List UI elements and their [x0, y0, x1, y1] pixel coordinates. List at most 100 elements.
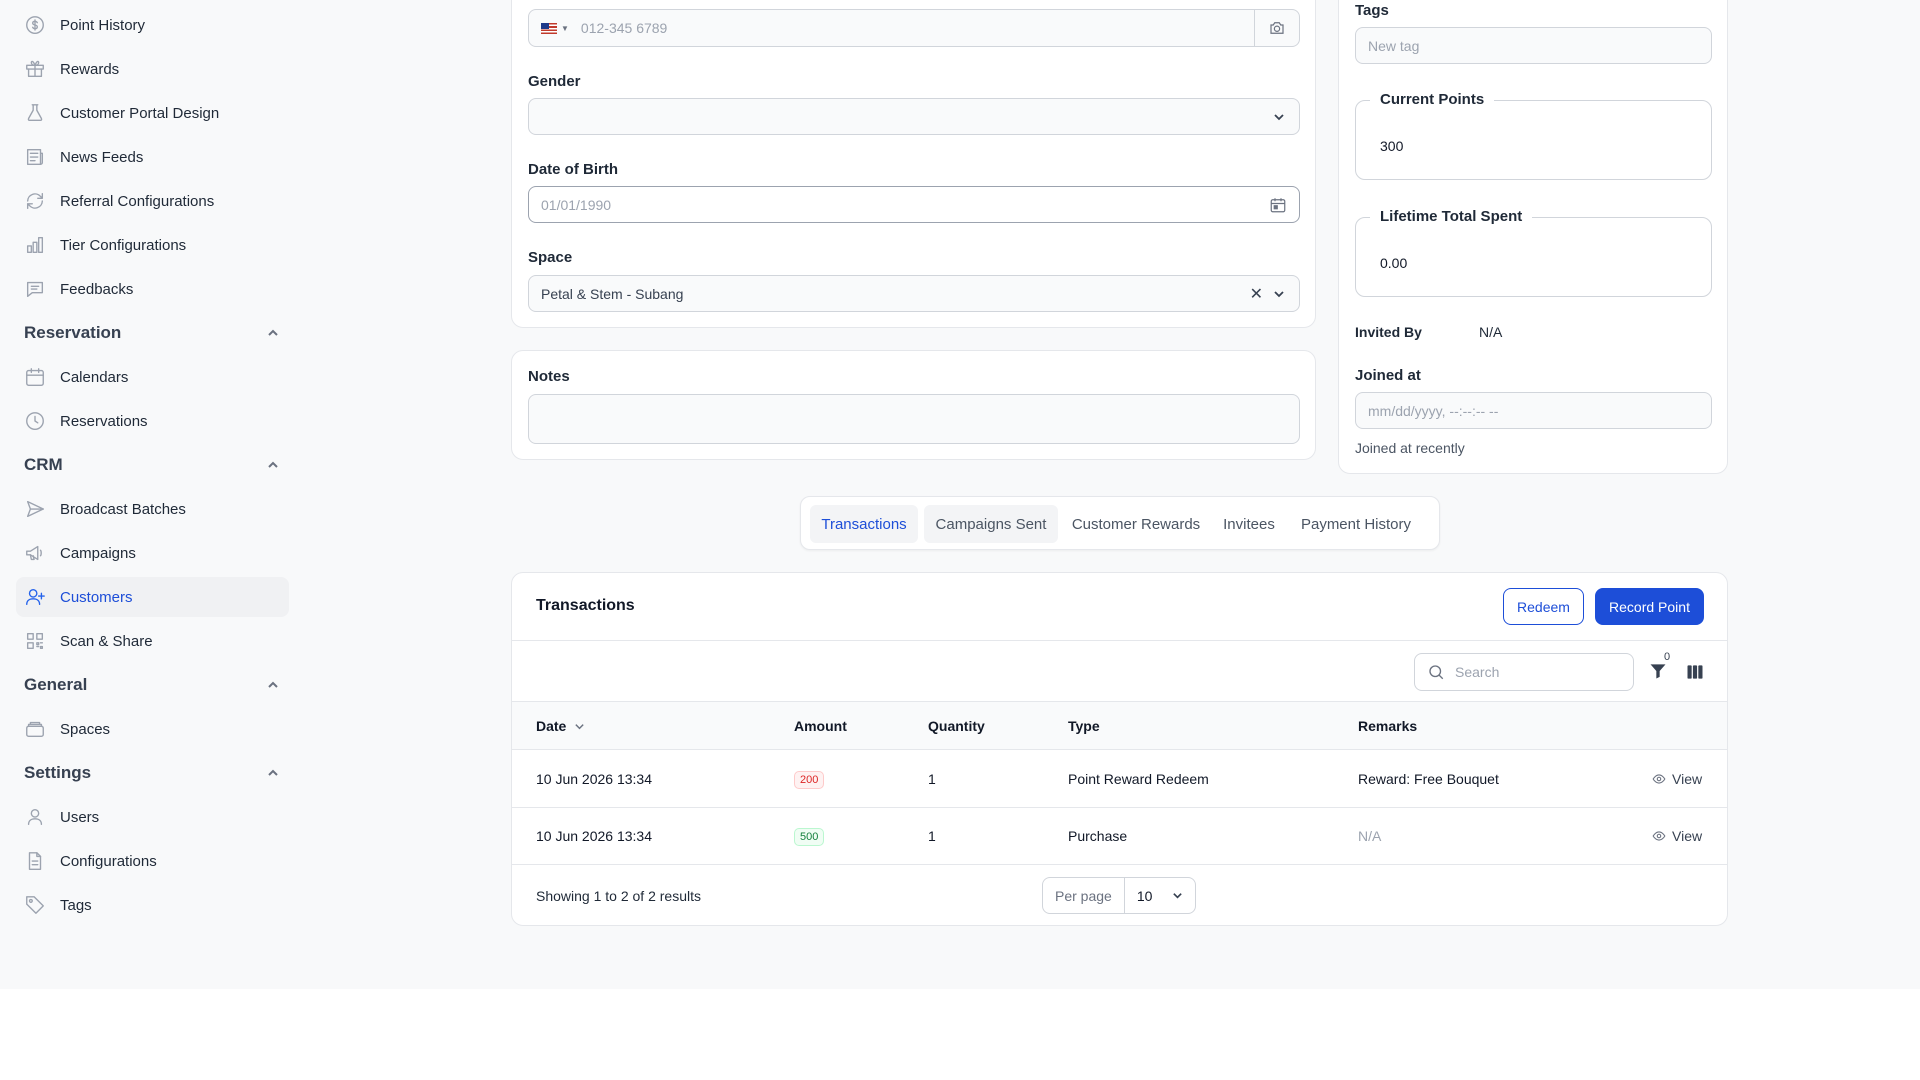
- view-link[interactable]: View: [1652, 828, 1702, 844]
- sidebar-item-label: Calendars: [60, 368, 129, 386]
- sidebar-item-feedbacks[interactable]: Feedbacks: [16, 269, 289, 309]
- sidebar-item-customer-portal-design[interactable]: Customer Portal Design: [16, 93, 289, 133]
- transactions-card: Transactions Redeem Record Point Search …: [511, 572, 1728, 926]
- sidebar-item-reservations[interactable]: Reservations: [16, 401, 289, 441]
- customer-side-panel: Tags New tag Current Points 300 Lifetime…: [1338, 0, 1728, 474]
- sidebar-item-label: Campaigns: [60, 544, 136, 562]
- amount-badge: 200: [794, 771, 825, 789]
- send-icon: [24, 498, 46, 520]
- tab-customer-rewards[interactable]: Customer Rewards: [1064, 505, 1208, 543]
- tab-transactions[interactable]: Transactions: [810, 505, 918, 543]
- chevron-up-icon: [268, 681, 278, 688]
- sidebar-item-point-history[interactable]: Point History: [16, 5, 289, 45]
- chevron-down-icon: [1274, 113, 1284, 120]
- sidebar-item-tier-configurations[interactable]: Tier Configurations: [16, 225, 289, 265]
- customer-tabs: Transactions Campaigns Sent Customer Rew…: [800, 496, 1440, 550]
- columns-icon: [1687, 665, 1703, 679]
- joined-at-input[interactable]: mm/dd/yyyy, --:--:-- --: [1355, 392, 1712, 429]
- notes-card: Notes: [511, 350, 1316, 460]
- caret-down-icon: ▼: [561, 23, 569, 33]
- notes-label: Notes: [528, 368, 570, 385]
- sidebar-item-campaigns[interactable]: Campaigns: [16, 533, 289, 573]
- gender-select[interactable]: [528, 98, 1300, 135]
- tab-payment-history[interactable]: Payment History: [1290, 505, 1422, 543]
- group-general[interactable]: General: [24, 670, 289, 700]
- sidebar-item-label: Scan & Share: [60, 632, 153, 650]
- columns-button[interactable]: [1685, 662, 1705, 687]
- record-point-button[interactable]: Record Point: [1595, 588, 1704, 625]
- calendar-icon: [24, 366, 46, 388]
- per-page-select[interactable]: 10: [1125, 878, 1195, 913]
- chat-icon: [24, 278, 46, 300]
- chevron-down-icon[interactable]: [1273, 288, 1285, 300]
- sidebar-item-customers[interactable]: Customers: [16, 577, 289, 617]
- eye-icon: [1652, 774, 1666, 784]
- sidebar-item-label: Point History: [60, 16, 146, 34]
- current-points-box: Current Points 300: [1355, 91, 1712, 180]
- table-header: [512, 701, 1727, 750]
- dob-input[interactable]: 01/01/1990: [528, 186, 1300, 223]
- per-page-control: Per page 10: [1042, 877, 1196, 914]
- refresh-icon: [24, 190, 46, 212]
- sidebar-item-label: Broadcast Batches: [60, 500, 186, 518]
- cell-date: 10 Jun 2026 13:34: [536, 771, 652, 787]
- group-reservation[interactable]: Reservation: [24, 318, 289, 348]
- phone-field[interactable]: ▼ 012-345 6789: [528, 9, 1300, 47]
- sidebar-item-calendars[interactable]: Calendars: [16, 357, 289, 397]
- search-input[interactable]: Search: [1414, 653, 1634, 691]
- dob-label: Date of Birth: [528, 161, 618, 178]
- group-crm[interactable]: CRM: [24, 450, 289, 480]
- sidebar-item-label: Tags: [60, 896, 92, 914]
- sidebar-item-referral-configurations[interactable]: Referral Configurations: [16, 181, 289, 221]
- filter-icon: [1650, 664, 1666, 679]
- lifetime-spent-label: Lifetime Total Spent: [1370, 208, 1533, 225]
- tags-label: Tags: [1355, 2, 1389, 19]
- space-select[interactable]: Petal & Stem - Subang ✕: [528, 275, 1300, 312]
- cell-date: 10 Jun 2026 13:34: [536, 828, 652, 844]
- sidebar-item-news-feeds[interactable]: News Feeds: [16, 137, 289, 177]
- tags-placeholder: New tag: [1368, 37, 1420, 54]
- flask-icon: [24, 102, 46, 124]
- per-page-label: Per page: [1043, 878, 1125, 913]
- column-date[interactable]: Date: [536, 718, 585, 734]
- camera-button[interactable]: [1254, 10, 1299, 46]
- column-type: Type: [1068, 718, 1100, 734]
- bar-chart-icon: [24, 234, 46, 256]
- sidebar-item-spaces[interactable]: Spaces: [16, 709, 289, 749]
- group-label: Settings: [24, 763, 92, 782]
- cell-remarks: Reward: Free Bouquet: [1358, 771, 1499, 787]
- tab-invitees[interactable]: Invitees: [1214, 505, 1284, 543]
- redeem-button[interactable]: Redeem: [1503, 588, 1584, 625]
- sidebar-item-broadcast-batches[interactable]: Broadcast Batches: [16, 489, 289, 529]
- sidebar-item-rewards[interactable]: Rewards: [16, 49, 289, 89]
- layers-icon: [24, 718, 46, 740]
- column-label: Date: [536, 718, 567, 734]
- cell-quantity: 1: [928, 828, 936, 844]
- calendar-icon[interactable]: [1269, 196, 1287, 214]
- group-settings[interactable]: Settings: [24, 758, 289, 788]
- joined-at-label: Joined at: [1355, 367, 1421, 384]
- group-label: CRM: [24, 455, 63, 474]
- sidebar-item-tags[interactable]: Tags: [16, 885, 289, 925]
- phone-placeholder: 012-345 6789: [580, 20, 668, 36]
- cell-quantity: 1: [928, 771, 936, 787]
- chevron-up-icon: [268, 769, 278, 776]
- cell-remarks: N/A: [1358, 828, 1382, 844]
- malaysia-flag-icon: [541, 22, 557, 34]
- filter-button[interactable]: 0: [1648, 651, 1670, 683]
- tab-campaigns-sent[interactable]: Campaigns Sent: [924, 505, 1058, 543]
- clear-icon[interactable]: ✕: [1250, 284, 1263, 304]
- view-label: View: [1672, 771, 1703, 787]
- notes-textarea[interactable]: [528, 394, 1300, 444]
- tags-input[interactable]: New tag: [1355, 27, 1712, 64]
- pagination-summary: Showing 1 to 2 of 2 results: [536, 888, 701, 904]
- gift-icon: [24, 58, 46, 80]
- sidebar-item-configurations[interactable]: Configurations: [16, 841, 289, 881]
- sidebar-item-scan-share[interactable]: Scan & Share: [16, 621, 289, 661]
- column-quantity: Quantity: [928, 718, 985, 734]
- view-label: View: [1672, 828, 1703, 844]
- table-row: 10 Jun 2026 13:34 500 1 Purchase N/A Vie…: [512, 808, 1727, 865]
- country-selector[interactable]: ▼: [529, 10, 581, 46]
- sidebar-item-users[interactable]: Users: [16, 797, 289, 837]
- view-link[interactable]: View: [1652, 771, 1702, 787]
